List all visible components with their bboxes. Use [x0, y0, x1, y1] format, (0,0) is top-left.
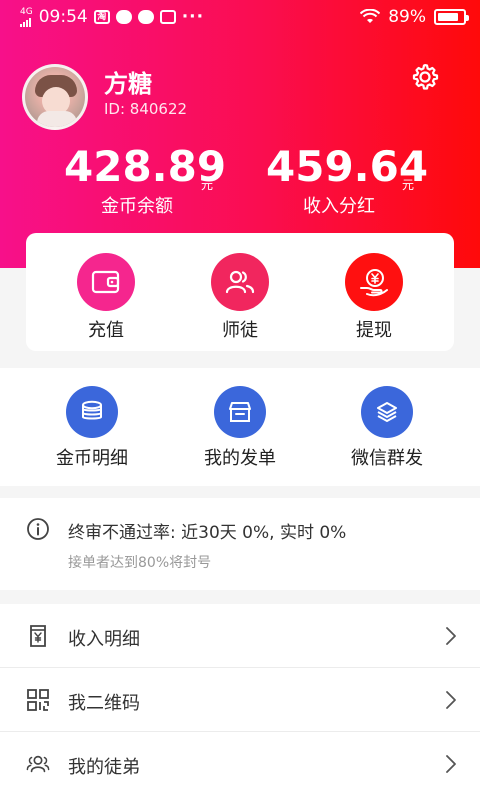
recharge-button[interactable]: [77, 253, 135, 311]
info-icon: [27, 518, 49, 540]
notice-panel: [0, 498, 480, 590]
rejection-rate-text: 终审不通过率: 近30天 0%, 实时 0%: [68, 523, 347, 543]
store-icon: [229, 402, 251, 422]
users-icon: [26, 755, 50, 773]
coin-balance-value: 428.89: [64, 142, 227, 191]
battery-icon: [434, 9, 469, 25]
user-name: 方糖: [104, 70, 152, 98]
status-time: 09:54: [38, 7, 88, 27]
network-type: 4G: [20, 6, 33, 17]
wallet-icon: [91, 270, 120, 294]
coin-balance-label: 金币余额: [101, 196, 173, 217]
user-id: ID: 840622: [104, 100, 188, 118]
withdraw-label: 提现: [356, 320, 392, 341]
wechat-broadcast-label: 微信群发: [351, 448, 423, 469]
mentor-label: 师徒: [222, 320, 258, 341]
yuan-hand-icon: [360, 269, 388, 297]
menu-item-my-qrcode[interactable]: 我二维码: [0, 668, 480, 732]
settings-gear-icon[interactable]: [410, 62, 440, 92]
coin-details-label: 金币明细: [56, 448, 128, 469]
coin-balance-unit: 元: [201, 178, 214, 192]
coin-details-button[interactable]: [66, 386, 118, 438]
taobao-icon: 淘: [93, 10, 110, 24]
tray-icon: [159, 10, 176, 24]
income-dividend-unit: 元: [402, 178, 415, 192]
my-orders-label: 我的发单: [204, 448, 276, 469]
receipt-icon: [30, 625, 46, 647]
wechat-icon: [137, 10, 154, 24]
avatar[interactable]: [22, 64, 88, 130]
wechat-broadcast-button[interactable]: [361, 386, 413, 438]
recharge-label: 充值: [88, 320, 124, 341]
coins-icon: [82, 400, 102, 420]
menu-item-income-details[interactable]: 收入明细: [0, 604, 480, 668]
mentor-button[interactable]: [211, 253, 269, 311]
withdraw-button[interactable]: [345, 253, 403, 311]
chevron-right-icon: [446, 627, 456, 645]
menu-item-label: 收入明细: [68, 629, 140, 650]
layers-icon: [377, 402, 397, 422]
chevron-right-icon: [446, 755, 456, 773]
income-dividend-stat[interactable]: 459.64 元 收入分红: [266, 142, 428, 218]
signal-icon: 4G: [20, 6, 33, 27]
ban-warning-text: 接单者达到80%将封号: [68, 555, 212, 571]
menu-item-label: 我二维码: [68, 693, 140, 714]
my-orders-button[interactable]: [214, 386, 266, 438]
qrcode-icon: [27, 689, 49, 711]
menu-item-label: 我的徒弟: [68, 757, 140, 778]
status-bar: 4G 09:54 淘 ··· 89%: [0, 0, 480, 36]
profile-header: [0, 0, 480, 268]
message-icon: [115, 10, 132, 24]
more-notifications-icon: ···: [181, 7, 205, 27]
users-icon: [225, 270, 255, 294]
battery-percent: 89%: [388, 7, 426, 27]
income-dividend-label: 收入分红: [303, 196, 375, 217]
chevron-right-icon: [446, 691, 456, 709]
coin-balance-stat[interactable]: 428.89 元 金币余额: [64, 142, 227, 218]
menu-item-my-apprentices[interactable]: 我的徒弟: [0, 732, 480, 796]
wifi-icon: [360, 9, 381, 23]
menu-list: 收入明细 我二维码 我的徒弟: [0, 604, 480, 800]
